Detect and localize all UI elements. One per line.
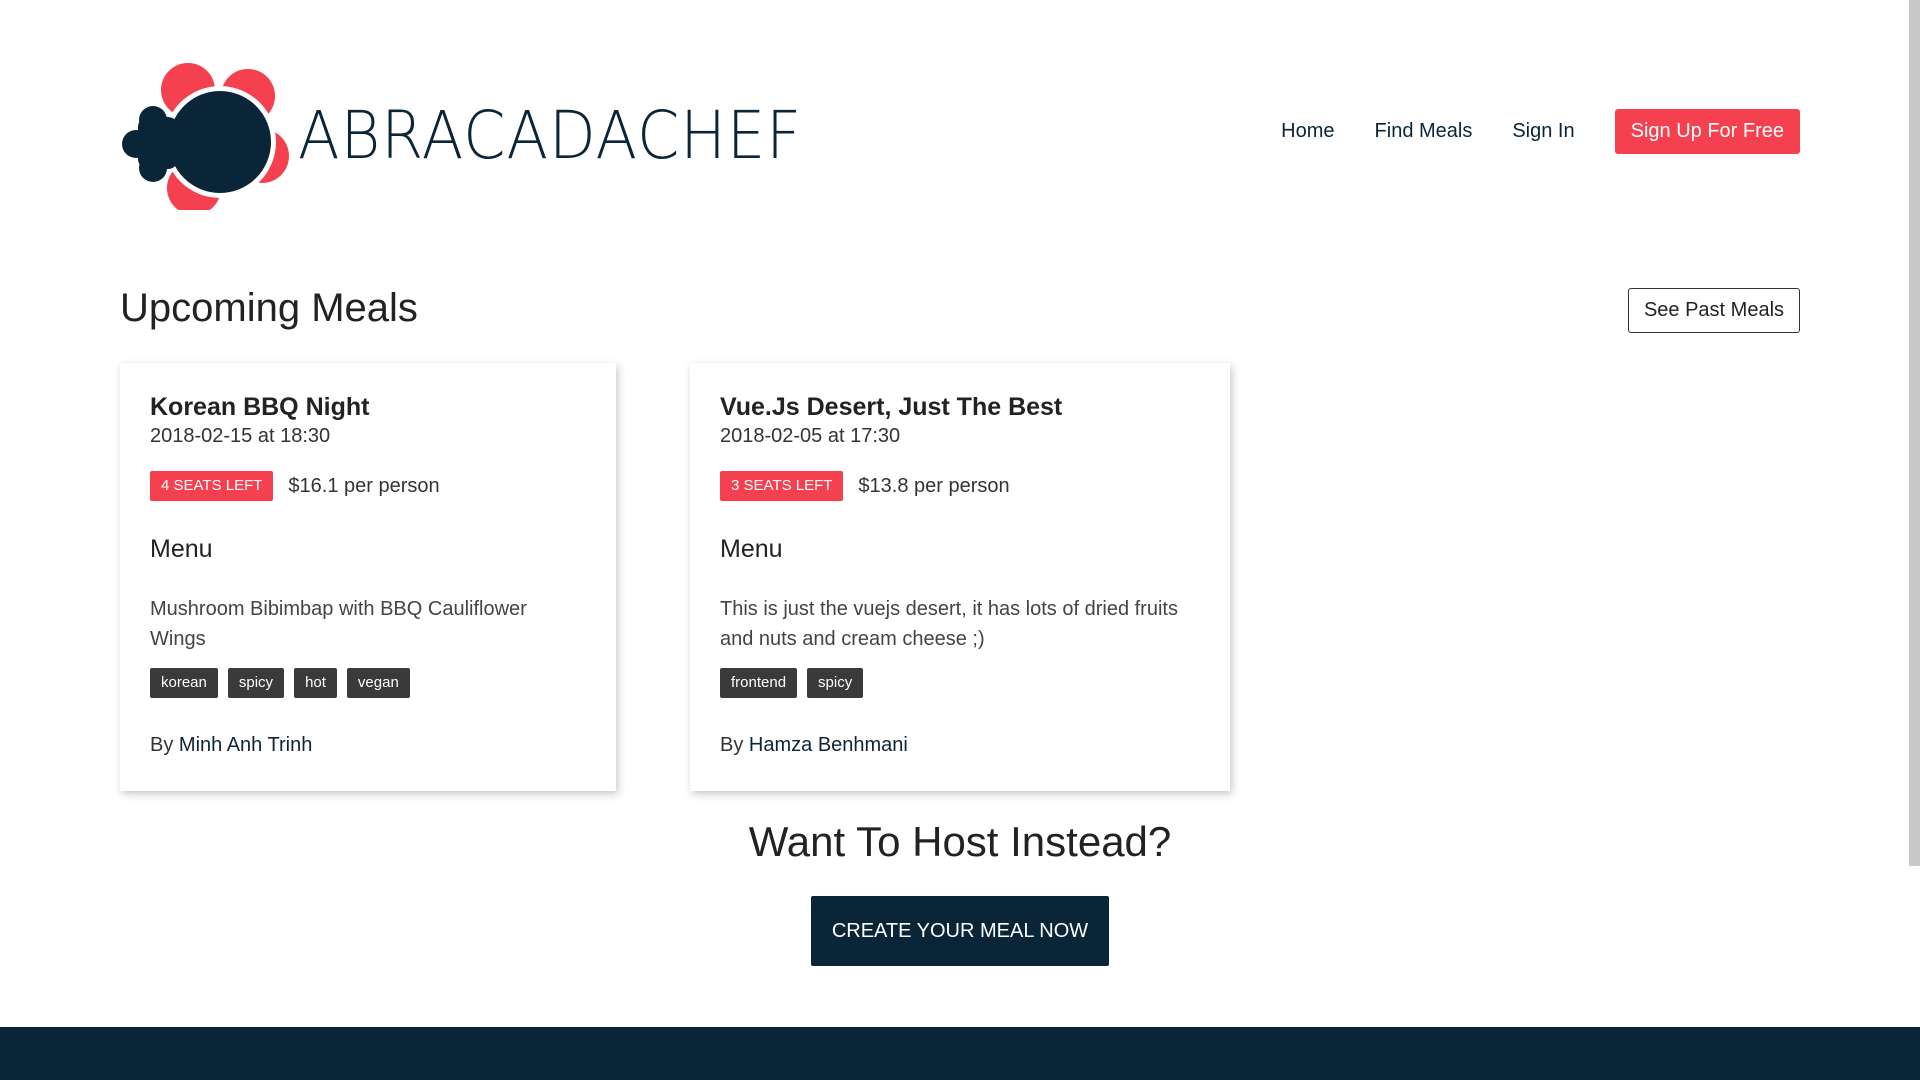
author-row: By Minh Anh Trinh	[150, 734, 586, 757]
chef-logo-icon	[122, 63, 289, 210]
tag[interactable]: spicy	[807, 668, 864, 698]
meal-date: 2018-02-05 at 17:30	[720, 425, 901, 447]
tag[interactable]: korean	[150, 668, 218, 698]
menu-heading: Menu	[150, 535, 213, 563]
meal-card[interactable]: Vue.Js Desert, Just The Best 2018-02-05 …	[690, 363, 1230, 791]
meal-title[interactable]: Korean BBQ Night	[150, 391, 586, 423]
sign-up-button[interactable]: Sign Up For Free	[1614, 109, 1800, 154]
author-link[interactable]: Minh Anh Trinh	[179, 734, 312, 756]
tag[interactable]: vegan	[346, 668, 410, 698]
create-meal-button[interactable]: CREATE YOUR MEAL NOW	[811, 896, 1109, 966]
nav-sign-in[interactable]: Sign In	[1512, 120, 1574, 143]
price-row: 3 SEATS LEFT $13.8 per person	[720, 471, 1200, 501]
tag[interactable]: hot	[294, 668, 337, 698]
nav-find-meals[interactable]: Find Meals	[1375, 120, 1473, 143]
meal-card[interactable]: Korean BBQ Night 2018-02-15 at 18:30 4 S…	[120, 363, 616, 791]
nav-home[interactable]: Home	[1281, 120, 1334, 143]
author-row: By Hamza Benhmani	[720, 734, 1200, 757]
meal-price: $16.1 per person	[288, 474, 440, 497]
meal-title[interactable]: Vue.Js Desert, Just The Best	[720, 391, 1200, 423]
menu-description: Mushroom Bibimbap with BBQ Cauliflower W…	[150, 598, 527, 650]
by-label: By	[720, 734, 749, 756]
author-link[interactable]: Hamza Benhmani	[749, 734, 908, 756]
menu-heading: Menu	[720, 535, 783, 563]
page: ABRACADACHEF Home Find Meals Sign In Sig…	[0, 0, 1920, 1080]
logo-text: ABRACADACHEF	[298, 96, 802, 174]
footer	[0, 1027, 1920, 1080]
tag-list: korean spicy hot vegan	[150, 668, 586, 698]
meal-price: $13.8 per person	[858, 474, 1010, 497]
site-logo[interactable]: ABRACADACHEF	[122, 60, 801, 210]
price-row: 4 SEATS LEFT $16.1 per person	[150, 471, 586, 501]
by-label: By	[150, 734, 179, 756]
main-nav: Home Find Meals Sign In Sign Up For Free	[1281, 109, 1800, 154]
seats-left-badge: 3 SEATS LEFT	[720, 471, 844, 501]
tag-list: frontend spicy	[720, 668, 1200, 698]
page-scrollbar[interactable]	[1909, 0, 1920, 866]
section-title: Upcoming Meals	[120, 286, 418, 330]
tag[interactable]: spicy	[227, 668, 285, 698]
meal-date: 2018-02-15 at 18:30	[150, 425, 331, 447]
tag[interactable]: frontend	[720, 668, 798, 698]
seats-left-badge: 4 SEATS LEFT	[150, 471, 274, 501]
host-heading: Want To Host Instead?	[748, 818, 1172, 865]
see-past-meals-button[interactable]: See Past Meals	[1628, 288, 1800, 333]
menu-description: This is just the vuejs desert, it has lo…	[720, 598, 1178, 650]
